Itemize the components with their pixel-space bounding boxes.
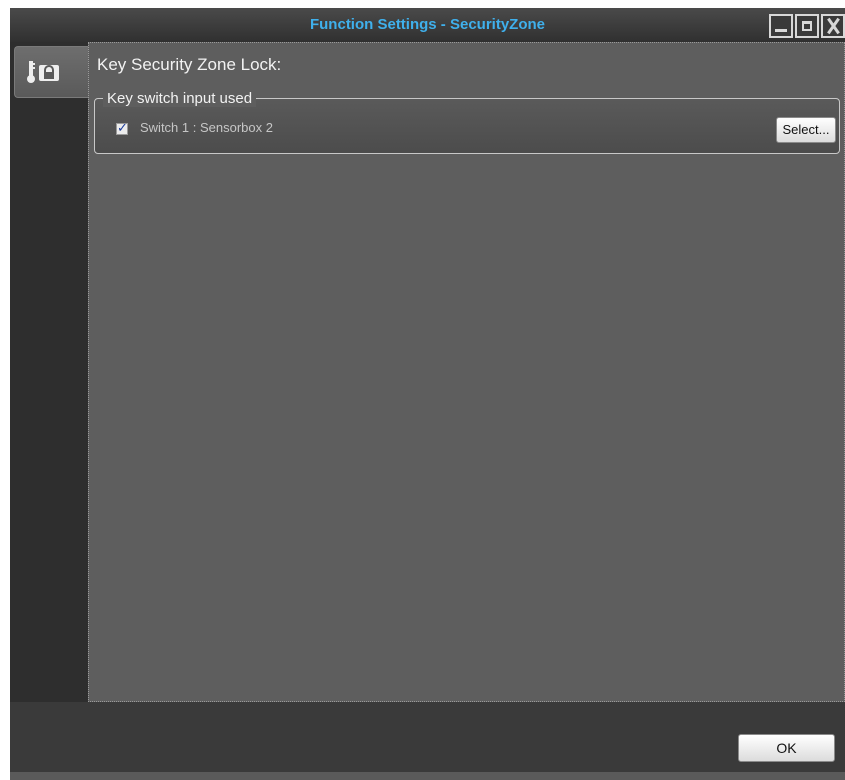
window-controls xyxy=(769,14,845,38)
minimize-icon[interactable] xyxy=(769,14,793,38)
switch-label: Switch 1 : Sensorbox 2 xyxy=(140,120,273,135)
key-switch-groupbox: Key switch input used Switch 1 : Sensorb… xyxy=(94,90,840,154)
page-title: Key Security Zone Lock: xyxy=(97,55,282,74)
footer: OK xyxy=(10,702,845,772)
ok-button[interactable]: OK xyxy=(738,734,835,762)
window-title: Function Settings - SecurityZone xyxy=(309,16,545,33)
function-settings-window: Function Settings - SecurityZone Key Sec… xyxy=(10,8,845,780)
sidebar xyxy=(10,42,88,702)
groupbox-legend: Key switch input used xyxy=(103,90,257,107)
close-icon[interactable] xyxy=(821,14,845,38)
key-lock-icon xyxy=(27,61,59,83)
switch-checkbox[interactable] xyxy=(116,120,128,136)
content-panel: Key Security Zone Lock: Key switch input… xyxy=(88,42,845,702)
select-button[interactable]: Select... xyxy=(776,117,836,143)
title-bar[interactable]: Function Settings - SecurityZone xyxy=(10,8,845,42)
bottom-edge xyxy=(10,772,845,780)
maximize-icon[interactable] xyxy=(795,14,819,38)
sidebar-item-key-lock[interactable] xyxy=(14,46,88,98)
